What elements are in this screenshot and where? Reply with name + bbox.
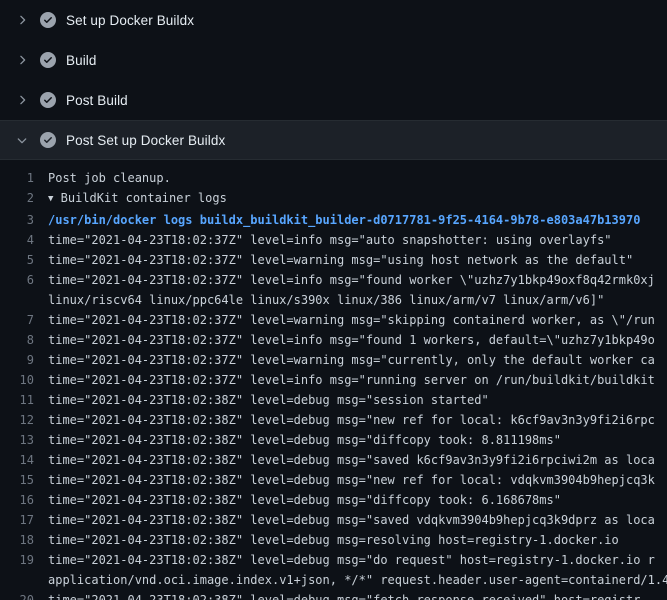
log-line: 4 time="2021-04-23T18:02:37Z" level=info… xyxy=(0,230,667,250)
line-text: time="2021-04-23T18:02:38Z" level=debug … xyxy=(48,470,655,490)
line-number[interactable]: 11 xyxy=(0,390,48,410)
log-line: 18 time="2021-04-23T18:02:38Z" level=deb… xyxy=(0,530,667,550)
line-text: time="2021-04-23T18:02:37Z" level=info m… xyxy=(48,370,655,390)
line-text: time="2021-04-23T18:02:38Z" level=debug … xyxy=(48,410,655,430)
line-number[interactable]: 2 xyxy=(0,188,48,210)
line-number[interactable]: 9 xyxy=(0,350,48,370)
line-text: application/vnd.oci.image.index.v1+json,… xyxy=(48,570,667,590)
chevron-right-icon xyxy=(14,53,30,67)
line-number[interactable]: 16 xyxy=(0,490,48,510)
line-number[interactable]: 19 xyxy=(0,550,48,570)
log-line: 7 time="2021-04-23T18:02:37Z" level=warn… xyxy=(0,310,667,330)
step-header-post-build[interactable]: Post Build xyxy=(0,80,667,120)
check-circle-icon xyxy=(40,132,56,148)
line-text: time="2021-04-23T18:02:37Z" level=warnin… xyxy=(48,350,655,370)
log-line: 20 time="2021-04-23T18:02:38Z" level=deb… xyxy=(0,590,667,600)
line-number[interactable]: 15 xyxy=(0,470,48,490)
line-text: Post job cleanup. xyxy=(48,168,171,188)
log-lines: 1 Post job cleanup. 2 ▼ BuildKit contain… xyxy=(0,168,667,600)
line-number[interactable] xyxy=(0,570,48,590)
line-number[interactable]: 1 xyxy=(0,168,48,188)
step-header-post-set-up-docker-buildx[interactable]: Post Set up Docker Buildx xyxy=(0,120,667,160)
check-circle-icon xyxy=(40,52,56,68)
line-number[interactable]: 3 xyxy=(0,210,48,230)
line-number[interactable]: 13 xyxy=(0,430,48,450)
line-text: time="2021-04-23T18:02:37Z" level=warnin… xyxy=(48,310,655,330)
log-line: 16 time="2021-04-23T18:02:38Z" level=deb… xyxy=(0,490,667,510)
line-number[interactable]: 20 xyxy=(0,590,48,600)
line-text: time="2021-04-23T18:02:37Z" level=info m… xyxy=(48,230,612,250)
log-area: 1 Post job cleanup. 2 ▼ BuildKit contain… xyxy=(0,160,667,600)
line-text: time="2021-04-23T18:02:38Z" level=debug … xyxy=(48,590,640,600)
line-text: /usr/bin/docker logs buildx_buildkit_bui… xyxy=(48,210,640,230)
log-line: 15 time="2021-04-23T18:02:38Z" level=deb… xyxy=(0,470,667,490)
log-line: 10 time="2021-04-23T18:02:37Z" level=inf… xyxy=(0,370,667,390)
line-number[interactable]: 6 xyxy=(0,270,48,290)
line-number[interactable]: 5 xyxy=(0,250,48,270)
log-line: 5 time="2021-04-23T18:02:37Z" level=warn… xyxy=(0,250,667,270)
check-circle-icon xyxy=(40,92,56,108)
line-text: linux/riscv64 linux/ppc64le linux/s390x … xyxy=(48,290,604,310)
log-line: 3 /usr/bin/docker logs buildx_buildkit_b… xyxy=(0,210,667,230)
line-number[interactable]: 17 xyxy=(0,510,48,530)
line-number[interactable] xyxy=(0,290,48,310)
log-line: 19 time="2021-04-23T18:02:38Z" level=deb… xyxy=(0,550,667,570)
log-line: 17 time="2021-04-23T18:02:38Z" level=deb… xyxy=(0,510,667,530)
line-text: time="2021-04-23T18:02:37Z" level=warnin… xyxy=(48,250,633,270)
step-label: Post Build xyxy=(66,93,128,108)
log-line: linux/riscv64 linux/ppc64le linux/s390x … xyxy=(0,290,667,310)
line-number[interactable]: 4 xyxy=(0,230,48,250)
chevron-down-icon xyxy=(14,133,30,147)
line-number[interactable]: 12 xyxy=(0,410,48,430)
step-label: Build xyxy=(66,53,97,68)
log-line: 8 time="2021-04-23T18:02:37Z" level=info… xyxy=(0,330,667,350)
log-line: 11 time="2021-04-23T18:02:38Z" level=deb… xyxy=(0,390,667,410)
line-number[interactable]: 8 xyxy=(0,330,48,350)
step-header-build[interactable]: Build xyxy=(0,40,667,80)
line-text: time="2021-04-23T18:02:38Z" level=debug … xyxy=(48,550,655,570)
check-circle-icon xyxy=(40,12,56,28)
line-text: time="2021-04-23T18:02:38Z" level=debug … xyxy=(48,490,561,510)
line-text: time="2021-04-23T18:02:38Z" level=debug … xyxy=(48,390,489,410)
log-line: 2 ▼ BuildKit container logs xyxy=(0,188,667,210)
log-line: 14 time="2021-04-23T18:02:38Z" level=deb… xyxy=(0,450,667,470)
log-line: 12 time="2021-04-23T18:02:38Z" level=deb… xyxy=(0,410,667,430)
line-text: time="2021-04-23T18:02:37Z" level=info m… xyxy=(48,270,655,290)
line-text: time="2021-04-23T18:02:37Z" level=info m… xyxy=(48,330,655,350)
line-number[interactable]: 14 xyxy=(0,450,48,470)
step-label: Set up Docker Buildx xyxy=(66,13,194,28)
group-toggle-icon[interactable]: ▼ xyxy=(48,189,53,209)
line-number[interactable]: 7 xyxy=(0,310,48,330)
chevron-right-icon xyxy=(14,93,30,107)
log-line: application/vnd.oci.image.index.v1+json,… xyxy=(0,570,667,590)
line-text: ▼ BuildKit container logs xyxy=(48,188,227,210)
line-text: time="2021-04-23T18:02:38Z" level=debug … xyxy=(48,450,655,470)
step-label: Post Set up Docker Buildx xyxy=(66,133,225,148)
line-text: time="2021-04-23T18:02:38Z" level=debug … xyxy=(48,510,655,530)
log-line: 1 Post job cleanup. xyxy=(0,168,667,188)
log-line: 6 time="2021-04-23T18:02:37Z" level=info… xyxy=(0,270,667,290)
line-number[interactable]: 10 xyxy=(0,370,48,390)
step-header-set-up-docker-buildx[interactable]: Set up Docker Buildx xyxy=(0,0,667,40)
line-number[interactable]: 18 xyxy=(0,530,48,550)
log-line: 13 time="2021-04-23T18:02:38Z" level=deb… xyxy=(0,430,667,450)
line-text: time="2021-04-23T18:02:38Z" level=debug … xyxy=(48,430,561,450)
workflow-log-viewer: Set up Docker Buildx Build Post Build Po… xyxy=(0,0,667,600)
chevron-right-icon xyxy=(14,13,30,27)
line-text: time="2021-04-23T18:02:38Z" level=debug … xyxy=(48,530,619,550)
log-line: 9 time="2021-04-23T18:02:37Z" level=warn… xyxy=(0,350,667,370)
